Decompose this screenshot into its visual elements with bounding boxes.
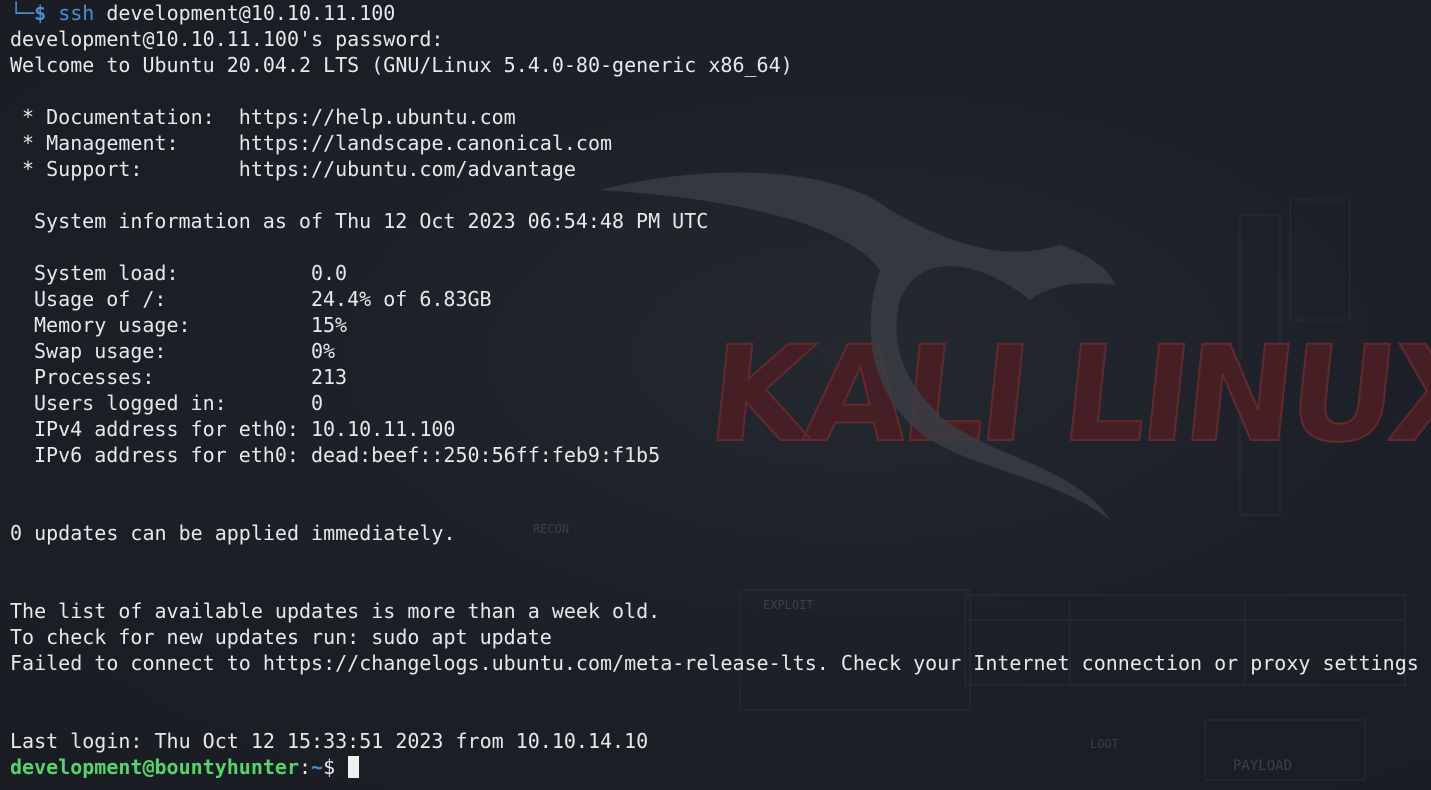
sysinfo-value: 213 [310, 365, 348, 389]
sysinfo-value: 0.0 [310, 261, 348, 285]
support-link-line: * Support: https://ubuntu.com/advantage [10, 156, 1431, 182]
prompt-separator: : [298, 755, 312, 779]
link-url[interactable]: https://help.ubuntu.com [239, 105, 516, 129]
shell-prompt-line[interactable]: development@bountyhunter:~$ [10, 754, 1431, 780]
sysinfo-value: 24.4% of 6.83GB [310, 287, 492, 311]
update-info-line: Failed to connect to https://changelogs.… [10, 651, 1419, 675]
doc-link-line: * Documentation: https://help.ubuntu.com [10, 104, 1431, 130]
sysinfo-row: IPv4 address for eth0: 10.10.11.100 [10, 416, 1431, 442]
sysinfo-key: Memory usage: [34, 313, 311, 337]
text-cursor[interactable] [348, 756, 360, 778]
prompt-path: ~ [311, 755, 324, 779]
sysinfo-key: Users logged in: [34, 391, 311, 415]
prompt-user-host: development@bountyhunter [10, 755, 299, 779]
command-name: ssh [58, 1, 95, 25]
sysinfo-key: Processes: [34, 365, 311, 389]
ssh-command-line: └─$ ssh development@10.10.11.100 [10, 0, 1431, 26]
terminal-output: └─$ ssh development@10.10.11.100 develop… [10, 0, 1431, 780]
sysinfo-key: IPv4 address for eth0: [34, 417, 311, 441]
sysinfo-key: IPv6 address for eth0: [34, 443, 311, 467]
sysinfo-row: Memory usage: 15% [10, 312, 1431, 338]
last-login-line: Last login: Thu Oct 12 15:33:51 2023 fro… [10, 729, 649, 753]
sysinfo-row: Processes: 213 [10, 364, 1431, 390]
sysinfo-row: Swap usage: 0% [10, 338, 1431, 364]
link-label: * Documentation: [10, 105, 239, 129]
sysinfo-value: 0% [310, 339, 336, 363]
update-info-line: The list of available updates is more th… [10, 599, 661, 623]
mgmt-link-line: * Management: https://landscape.canonica… [10, 130, 1431, 156]
link-url[interactable]: https://ubuntu.com/advantage [239, 157, 576, 181]
sysinfo-row: System load: 0.0 [10, 260, 1431, 286]
sysinfo-key: Usage of /: [34, 287, 311, 311]
prompt-symbol: $ [323, 755, 348, 779]
sysinfo-value: 15% [310, 313, 348, 337]
sysinfo-row: Users logged in: 0 [10, 390, 1431, 416]
sysinfo-row: IPv6 address for eth0: dead:beef::250:56… [10, 442, 1431, 468]
sysinfo-header: System information as of Thu 12 Oct 2023… [34, 209, 709, 233]
updates-message: 0 updates can be applied immediately. [10, 521, 456, 545]
command-args: development@10.10.11.100 [106, 1, 396, 25]
sysinfo-value: dead:beef::250:56ff:feb9:f1b5 [310, 443, 661, 467]
sysinfo-row: Usage of /: 24.4% of 6.83GB [10, 286, 1431, 312]
prompt-symbol: $ [34, 1, 47, 25]
prompt-corner: └─ [10, 1, 35, 25]
sysinfo-value: 0 [310, 391, 323, 415]
sysinfo-key: System load: [34, 261, 311, 285]
link-label: * Management: [10, 131, 239, 155]
update-info-line: To check for new updates run: sudo apt u… [10, 625, 552, 649]
link-label: * Support: [10, 157, 239, 181]
terminal-window[interactable]: KALI LINUX RECON EXPLOIT LOOT PAYLOAD └─… [0, 0, 1431, 790]
welcome-line: Welcome to Ubuntu 20.04.2 LTS (GNU/Linux… [10, 53, 793, 77]
link-url[interactable]: https://landscape.canonical.com [239, 131, 612, 155]
sysinfo-key: Swap usage: [34, 339, 311, 363]
sysinfo-value: 10.10.11.100 [310, 417, 456, 441]
password-prompt: development@10.10.11.100's password: [10, 27, 444, 51]
